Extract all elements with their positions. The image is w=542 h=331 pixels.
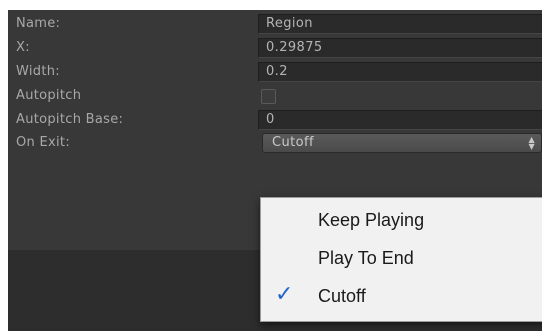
x-label: X: <box>16 40 30 55</box>
row-autopitch-base: Autopitch Base: 0 <box>8 109 542 131</box>
on-exit-dropdown-menu: Keep Playing Play To End ✓ Cutoff <box>260 197 542 322</box>
autopitch-label: Autopitch <box>16 88 82 103</box>
menu-item-cutoff[interactable]: ✓ Cutoff <box>261 277 542 315</box>
row-width: Width: 0.2 <box>8 61 542 83</box>
autopitch-base-field[interactable]: 0 <box>258 110 542 130</box>
width-field[interactable]: 0.2 <box>258 62 542 82</box>
name-field[interactable]: Region <box>258 14 542 34</box>
row-x: X: 0.29875 <box>8 37 542 59</box>
name-label: Name: <box>16 16 61 31</box>
x-field[interactable]: 0.29875 <box>258 38 542 58</box>
on-exit-label: On Exit: <box>16 135 70 150</box>
row-autopitch: Autopitch <box>8 85 542 107</box>
menu-item-play-to-end[interactable]: Play To End <box>261 239 542 277</box>
menu-item-label: Cutoff <box>318 286 366 306</box>
autopitch-base-label: Autopitch Base: <box>16 112 124 127</box>
autopitch-checkbox[interactable] <box>261 89 276 104</box>
on-exit-select[interactable]: Cutoff ▲ ▼ <box>262 133 542 153</box>
width-label: Width: <box>16 64 60 79</box>
menu-item-keep-playing[interactable]: Keep Playing <box>261 201 542 239</box>
menu-item-label: Play To End <box>318 248 414 268</box>
updown-arrows-icon: ▲ ▼ <box>528 135 535 151</box>
row-name: Name: Region <box>8 13 542 35</box>
menu-item-label: Keep Playing <box>318 210 425 230</box>
checkmark-icon: ✓ <box>275 282 294 307</box>
on-exit-selected-value: Cutoff <box>272 135 314 150</box>
row-on-exit: On Exit: Cutoff ▲ ▼ <box>8 132 542 154</box>
